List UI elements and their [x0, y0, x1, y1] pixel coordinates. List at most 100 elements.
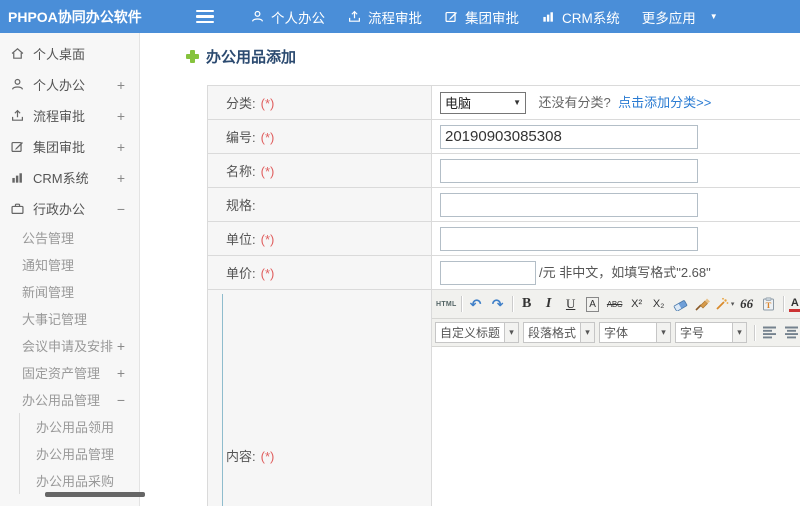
eraser-button[interactable]	[671, 294, 691, 314]
expand-toggle[interactable]: −	[117, 392, 125, 408]
sidebar-item-label: CRM系统	[33, 171, 89, 186]
editor-select-font-size[interactable]: 字号	[675, 322, 747, 343]
table-row: 单价: (*) /元 非中文，如填写格式"2.68"	[207, 255, 800, 290]
caret-down-icon: ▼	[709, 12, 718, 21]
editor-select-label: 段落格式	[528, 326, 577, 340]
expand-toggle[interactable]: +	[117, 365, 125, 381]
redo-button[interactable]: ↷	[488, 294, 508, 314]
sidebar-item-label: 新闻管理	[22, 285, 75, 300]
superscript-button[interactable]: X²	[627, 294, 647, 314]
editor-toolbar-row1: HTML↶↷BIUAABCX²X₂▾66TA▾ab▾	[432, 290, 800, 319]
sidebar-item-2-6[interactable]: 公告管理	[0, 224, 139, 251]
required-marker: (*)	[260, 164, 275, 179]
sidebar-item-label: 会议申请及安排	[22, 339, 114, 354]
strikethrough-button[interactable]: ABC	[605, 294, 625, 314]
unit-input[interactable]	[440, 226, 698, 251]
undo-button[interactable]: ↶	[466, 294, 486, 314]
category-selected-value: 电脑	[445, 96, 472, 111]
bold-button[interactable]: B	[517, 294, 537, 314]
sidebar-item-3-14[interactable]: 办公用品管理	[19, 440, 139, 467]
sidebar-item-3-13[interactable]: 办公用品领用	[19, 413, 139, 440]
price-label: 单价: (*)	[207, 255, 432, 290]
edit-icon	[444, 9, 459, 24]
sidebar-item-2-9[interactable]: 大事记管理	[0, 305, 139, 332]
editor-select-paragraph-format[interactable]: 段落格式	[523, 322, 595, 343]
table-row: 分类: (*) 电脑 还没有分类? 点击添加分类>>	[207, 85, 800, 120]
toolbar-separator	[754, 324, 755, 341]
sidebar-item-2-10[interactable]: 会议申请及安排 +	[0, 332, 139, 359]
expand-toggle[interactable]: −	[117, 201, 125, 217]
sidebar-item-1-1[interactable]: 个人办公 +	[0, 69, 139, 100]
editor-select-heading-style[interactable]: 自定义标题	[435, 322, 519, 343]
category-select[interactable]: 电脑	[440, 91, 526, 114]
table-row: 规格:	[207, 187, 800, 222]
field-label: 名称:	[226, 164, 256, 179]
sidebar-item-2-12[interactable]: 办公用品管理 −	[0, 386, 139, 413]
topnav-item-group-approval[interactable]: 集团审批	[442, 7, 521, 27]
caret-down-icon[interactable]	[732, 323, 746, 342]
caret-down-icon[interactable]	[504, 323, 518, 342]
menu-toggle-icon[interactable]	[196, 9, 214, 24]
editor-content[interactable]	[432, 347, 800, 506]
name-input[interactable]	[440, 158, 698, 183]
price-input[interactable]	[440, 260, 536, 285]
sidebar-item-label: 通知管理	[22, 258, 75, 273]
field-label: 内容:	[226, 448, 256, 464]
editor-select-font-family[interactable]: 字体	[599, 322, 671, 343]
topnav-item-more-apps[interactable]: 更多应用 ▼	[640, 7, 720, 27]
table-row: 内容:(*) HTML↶↷BIUAABCX²X₂▾66TA▾ab▾ 自定义标题段…	[207, 289, 800, 506]
expand-toggle[interactable]: +	[117, 77, 125, 93]
paste-as-text-button[interactable]: T	[759, 294, 779, 314]
underline-button[interactable]: U	[561, 294, 581, 314]
app-logo[interactable]: PHPOA协同办公软件	[0, 7, 142, 27]
quickformat-button[interactable]: ▾	[715, 294, 735, 314]
spec-label: 规格:	[207, 187, 432, 222]
quote-button[interactable]: 66	[737, 294, 757, 314]
add-plus-icon	[186, 50, 199, 63]
caret-down-icon[interactable]	[580, 323, 594, 342]
sidebar-item-1-2[interactable]: 流程审批 +	[0, 100, 139, 131]
sidebar-item-1-3[interactable]: 集团审批 +	[0, 131, 139, 162]
sidebar-item-label: 个人桌面	[33, 47, 86, 62]
topnav-item-personal-office[interactable]: 个人办公	[248, 7, 327, 27]
expand-toggle[interactable]: +	[117, 338, 125, 354]
paintbrush-button[interactable]	[693, 294, 713, 314]
sidebar-item-3-15[interactable]: 办公用品采购	[19, 467, 139, 494]
font-color-button[interactable]: A▾	[788, 294, 800, 314]
sidebar-item-label: 办公用品管理	[22, 393, 101, 408]
font-box-button[interactable]: A	[583, 294, 603, 314]
code-input[interactable]	[440, 124, 698, 149]
sidebar-item-2-7[interactable]: 通知管理	[0, 251, 139, 278]
vertical-guide-line	[222, 294, 223, 506]
sidebar-item-2-11[interactable]: 固定资产管理 +	[0, 359, 139, 386]
editor-select-label: 自定义标题	[440, 326, 501, 340]
field-label: 规格:	[226, 198, 256, 213]
sidebar-item-label: 办公用品领用	[36, 420, 115, 435]
content-label: 内容: (*)	[207, 289, 432, 506]
app-window: PHPOA协同办公软件 个人办公 流程审批 集团审批 CRM系统 更多应用 ▼ 个人桌面个…	[0, 0, 800, 506]
editor-select-label: 字体	[604, 326, 629, 340]
expand-toggle[interactable]: +	[117, 108, 125, 124]
align-left-button[interactable]	[759, 323, 779, 343]
expand-toggle[interactable]: +	[117, 139, 125, 155]
horizontal-scrollbar-thumb[interactable]	[45, 492, 145, 497]
expand-toggle[interactable]: +	[117, 170, 125, 186]
spec-input[interactable]	[440, 192, 698, 217]
user-icon	[250, 9, 265, 24]
svg-text:T: T	[766, 300, 772, 310]
sidebar-item-1-5[interactable]: 行政办公 −	[0, 193, 139, 224]
topnav-item-workflow-approval[interactable]: 流程审批	[345, 7, 424, 27]
sidebar: 个人桌面个人办公 + 流程审批 + 集团审批 + CRM系统 + 行政办公 − 公告管理通知管理新闻…	[0, 33, 140, 506]
sidebar-item-2-8[interactable]: 新闻管理	[0, 278, 139, 305]
required-marker: (*)	[260, 96, 275, 111]
sidebar-item-1-4[interactable]: CRM系统 +	[0, 162, 139, 193]
html-source-button[interactable]: HTML	[436, 294, 457, 314]
caret-down-icon[interactable]	[656, 323, 670, 342]
italic-button[interactable]: I	[539, 294, 559, 314]
topnav-item-crm-system[interactable]: CRM系统	[539, 7, 622, 27]
sidebar-item-1-0[interactable]: 个人桌面	[0, 38, 139, 69]
align-center-button[interactable]	[781, 323, 800, 343]
user-icon	[10, 77, 26, 93]
subscript-button[interactable]: X₂	[649, 294, 669, 314]
add-category-link[interactable]: 点击添加分类>>	[618, 95, 711, 110]
